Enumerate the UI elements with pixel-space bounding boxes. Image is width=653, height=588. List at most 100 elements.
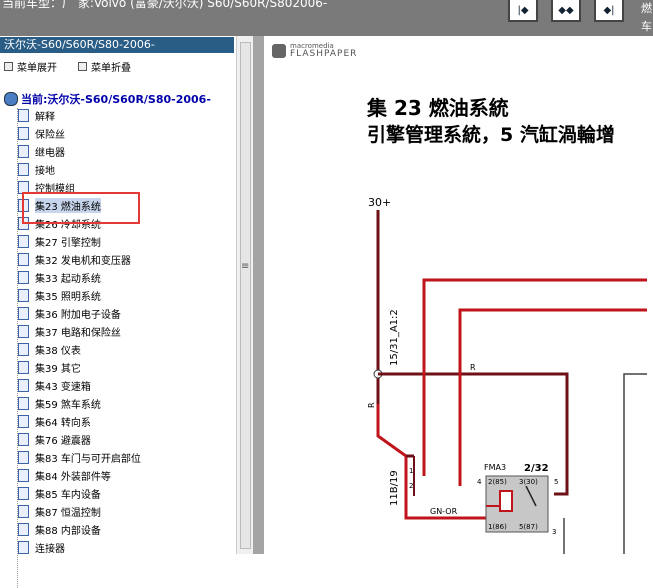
- tree-item[interactable]: 集27 引擎控制: [14, 232, 101, 250]
- tree-root[interactable]: 当前:沃尔沃-S60/S60R/S80-2006-: [4, 91, 211, 107]
- logo-line-2: FLASHPAPER: [290, 49, 358, 59]
- tree-item-label: 继电器: [35, 147, 65, 159]
- document-icon: [18, 414, 29, 428]
- pin-5-label: 5: [554, 478, 558, 486]
- window-titlebar: 当前车型：厂 家:Volvo (富豪/沃尔沃) S60/S60R/S802006…: [0, 0, 653, 36]
- sidebar-scrollbar[interactable]: [240, 42, 251, 549]
- tree-item[interactable]: 集76 避震器: [14, 430, 91, 448]
- tree-item[interactable]: 接地: [14, 160, 55, 178]
- document-icon: [18, 342, 29, 356]
- tree-item-label: 集59 煞车系统: [35, 399, 101, 411]
- tree-item-label: 集87 恒温控制: [35, 507, 101, 519]
- relay-pin-3-30: 3(30): [519, 478, 538, 486]
- tree-item-label: 集36 附加电子设备: [35, 309, 121, 321]
- tree-item[interactable]: 解释: [14, 106, 55, 124]
- sidebar: 沃尔沃-S60/S60R/S80-2006- 菜单展开 菜单折叠 当前:沃尔沃-…: [0, 36, 237, 588]
- document-icon: [18, 540, 29, 554]
- tree-item-label: 集76 避震器: [35, 435, 91, 447]
- pin-4-label: 4: [477, 478, 482, 486]
- tree-item-label: 集88 内部设备: [35, 525, 101, 537]
- expand-icon: [4, 62, 13, 71]
- expand-menu-button[interactable]: 菜单展开: [4, 59, 57, 74]
- tree-item-label: 集27 引擎控制: [35, 237, 101, 249]
- tree-item[interactable]: 集64 转向系: [14, 412, 91, 430]
- tree-item[interactable]: 继电器: [14, 142, 65, 160]
- document-page: macromedia FLASHPAPER 集 23 燃油系統 引擎管理系統，5…: [264, 36, 653, 554]
- relay-coil-icon: [499, 490, 513, 512]
- document-icon: [18, 270, 29, 284]
- document-icon: [18, 378, 29, 392]
- window-right-letter-2: 车: [641, 20, 652, 33]
- tree-item[interactable]: 集85 车内设备: [14, 484, 101, 502]
- tree-item[interactable]: 集43 变速箱: [14, 376, 91, 394]
- tree-item[interactable]: 集88 内部设备: [14, 520, 101, 538]
- document-icon: [18, 126, 29, 140]
- document-icon: [18, 144, 29, 158]
- tree-item-label: 集64 转向系: [35, 417, 91, 429]
- document-icon: [18, 162, 29, 176]
- label-30plus: 30+: [368, 196, 391, 209]
- document-icon: [18, 288, 29, 302]
- relay-pin-2-85: 2(85): [488, 478, 507, 486]
- document-icon: [18, 450, 29, 464]
- splitter-grip-icon[interactable]: ≡: [241, 261, 249, 272]
- label-wire-r-top: R: [470, 363, 476, 372]
- tree-item[interactable]: 集87 恒温控制: [14, 502, 101, 520]
- document-icon: [18, 324, 29, 338]
- pin-3-label: 3: [552, 528, 556, 536]
- pin-2-label: 2: [409, 482, 413, 490]
- collapse-menu-label: 菜单折叠: [91, 63, 131, 74]
- label-wire-r-left: R: [367, 402, 376, 408]
- tree-item[interactable]: 集32 发电机和变压器: [14, 250, 131, 268]
- document-icon: [18, 486, 29, 500]
- wiring-diagram: 30+ 15/31_A1:2 11B/19 R R GN-OR FMA3 2/3…: [367, 196, 653, 554]
- computer-icon: [4, 92, 18, 106]
- tree-item[interactable]: 集35 照明系统: [14, 286, 101, 304]
- tree-item-label: 集39 其它: [35, 363, 81, 375]
- tree-item-label: 集84 外装部件等: [35, 471, 111, 483]
- tree-item[interactable]: 集39 其它: [14, 358, 81, 376]
- relay-code: 2/32: [524, 463, 549, 474]
- first-page-button[interactable]: |◆: [508, 0, 538, 22]
- tree-item-label: 集85 车内设备: [35, 489, 101, 501]
- chapter-title: 集 23 燃油系統: [367, 96, 509, 120]
- tree-item[interactable]: 集36 附加电子设备: [14, 304, 121, 322]
- tree-item-label: 集38 仪表: [35, 345, 81, 357]
- document-icon: [18, 468, 29, 482]
- tree-item[interactable]: 集37 电路和保险丝: [14, 322, 121, 340]
- tree-item[interactable]: 集83 车门与可开启部位: [14, 448, 141, 466]
- tree-item-label: 集33 起动系统: [35, 273, 101, 285]
- tree-item-label: 集43 变速箱: [35, 381, 91, 393]
- tree-root-label: 当前:沃尔沃-S60/S60R/S80-2006-: [21, 93, 211, 106]
- tree-item-label: 保险丝: [35, 129, 65, 141]
- window-right-edge: [647, 36, 653, 554]
- window-title: 当前车型：厂 家:Volvo (富豪/沃尔沃) S60/S60R/S802006…: [2, 0, 328, 10]
- document-icon: [18, 504, 29, 518]
- panel-splitter[interactable]: ≡: [236, 36, 254, 554]
- label-wire-15-31: 15/31_A1:2: [389, 309, 400, 366]
- document-icon: [18, 234, 29, 248]
- tree-item[interactable]: 集33 起动系统: [14, 268, 101, 286]
- sidebar-header: 沃尔沃-S60/S60R/S80-2006-: [0, 37, 234, 53]
- collapse-menu-button[interactable]: 菜单折叠: [78, 59, 131, 74]
- relay-name: FMA3: [484, 463, 506, 472]
- last-page-button[interactable]: ◆|: [594, 0, 624, 22]
- tree-item[interactable]: 保险丝: [14, 124, 65, 142]
- document-icon: [18, 432, 29, 446]
- document-icon: [18, 360, 29, 374]
- tree-item-label: 集37 电路和保险丝: [35, 327, 121, 339]
- tree-item[interactable]: 集84 外装部件等: [14, 466, 111, 484]
- pin-1-label: 1: [409, 467, 413, 475]
- tree-item-label: 集35 照明系统: [35, 291, 101, 303]
- tree-item-label: 解释: [35, 111, 55, 123]
- flashpaper-logo: macromedia FLASHPAPER: [272, 42, 357, 59]
- tree-item[interactable]: 集59 煞车系统: [14, 394, 101, 412]
- document-icon: [18, 108, 29, 122]
- document-icon: [18, 306, 29, 320]
- document-icon: [18, 252, 29, 266]
- tree-item[interactable]: 连接器: [14, 538, 65, 556]
- relay-pin-1-86: 1(86): [488, 523, 507, 531]
- document-viewer: macromedia FLASHPAPER 集 23 燃油系統 引擎管理系統，5…: [253, 36, 653, 554]
- fit-page-button[interactable]: ◆◆: [551, 0, 581, 22]
- tree-item[interactable]: 集38 仪表: [14, 340, 81, 358]
